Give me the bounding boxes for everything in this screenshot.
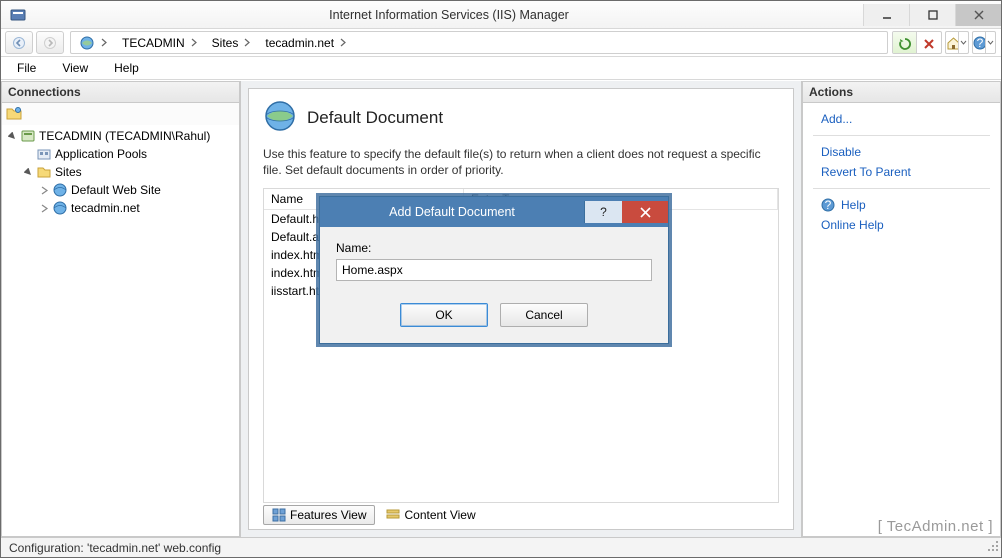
nav-back-button[interactable] bbox=[5, 31, 33, 54]
feature-heading: Default Document bbox=[263, 99, 779, 136]
titlebar: Internet Information Services (IIS) Mana… bbox=[1, 1, 1001, 29]
menubar: File View Help bbox=[1, 57, 1001, 80]
window-title: Internet Information Services (IIS) Mana… bbox=[35, 8, 863, 22]
feature-title: Default Document bbox=[307, 108, 443, 128]
chevron-down-icon[interactable] bbox=[958, 32, 968, 53]
statusbar: Configuration: 'tecadmin.net' web.config bbox=[1, 537, 1001, 557]
tab-features-label: Features View bbox=[290, 508, 366, 522]
dialog-close-button[interactable] bbox=[622, 201, 668, 223]
tree-tecadmin-site[interactable]: tecadmin.net bbox=[2, 199, 239, 217]
expander-open-icon[interactable] bbox=[22, 168, 34, 177]
refresh-button[interactable] bbox=[893, 32, 917, 54]
action-disable[interactable]: Disable bbox=[813, 142, 990, 162]
status-config: Configuration: 'tecadmin.net' web.config bbox=[9, 541, 221, 555]
expander-closed-icon[interactable] bbox=[38, 186, 50, 195]
tree-tecadmin-site-label: tecadmin.net bbox=[71, 201, 140, 215]
tree-sites-label: Sites bbox=[55, 165, 82, 179]
connections-tree[interactable]: TECADMIN (TECADMIN\Rahul) Application Po… bbox=[1, 125, 240, 537]
ok-button[interactable]: OK bbox=[400, 303, 488, 327]
resize-grip-icon[interactable] bbox=[987, 540, 999, 555]
connections-panel: Connections TECADMIN (TECADMIN\Rahul) Ap… bbox=[1, 81, 241, 537]
close-icon bbox=[640, 207, 651, 218]
addressbar: TECADMIN Sites tecadmin.net bbox=[1, 29, 1001, 57]
separator bbox=[813, 135, 990, 136]
action-help[interactable]: ? Help bbox=[813, 195, 990, 215]
actions-panel: Actions Add... Disable Revert To Parent … bbox=[801, 81, 1001, 537]
sites-folder-icon bbox=[36, 164, 52, 180]
server-icon bbox=[20, 128, 36, 144]
svg-text:?: ? bbox=[977, 36, 984, 50]
breadcrumb-server[interactable]: TECADMIN bbox=[114, 32, 204, 53]
breadcrumb-sites-label: Sites bbox=[212, 36, 239, 50]
dialog-titlebar[interactable]: Add Default Document ? bbox=[320, 197, 668, 227]
dialog-help-button[interactable]: ? bbox=[584, 201, 622, 223]
home-button[interactable] bbox=[945, 31, 969, 54]
breadcrumb-root-icon[interactable] bbox=[71, 32, 114, 53]
tree-server-label: TECADMIN (TECADMIN\Rahul) bbox=[39, 129, 210, 143]
features-view-icon bbox=[272, 508, 286, 522]
svg-text:?: ? bbox=[825, 198, 832, 212]
breadcrumb-site[interactable]: tecadmin.net bbox=[257, 32, 353, 53]
connections-toolbar bbox=[1, 103, 240, 125]
toolbar-right: ? bbox=[892, 31, 1001, 54]
globe-icon bbox=[52, 200, 68, 216]
stop-button[interactable] bbox=[917, 32, 941, 54]
name-label: Name: bbox=[336, 241, 652, 255]
globe-icon bbox=[52, 182, 68, 198]
chevron-down-icon[interactable] bbox=[985, 32, 995, 53]
action-online-help[interactable]: Online Help bbox=[813, 215, 990, 235]
tab-features-view[interactable]: Features View bbox=[263, 505, 375, 525]
nav-forward-button[interactable] bbox=[36, 31, 64, 54]
close-button[interactable] bbox=[955, 4, 1001, 26]
separator bbox=[813, 188, 990, 189]
chevron-right-icon bbox=[340, 38, 347, 47]
tree-default-site[interactable]: Default Web Site bbox=[2, 181, 239, 199]
content-view-icon bbox=[386, 508, 400, 522]
view-tabs: Features View Content View bbox=[263, 503, 779, 525]
watermark: [ TecAdmin.net ] bbox=[878, 518, 993, 535]
feature-description: Use this feature to specify the default … bbox=[263, 146, 779, 178]
expander-open-icon[interactable] bbox=[6, 132, 18, 141]
maximize-button[interactable] bbox=[909, 4, 955, 26]
cancel-button[interactable]: Cancel bbox=[500, 303, 588, 327]
menu-file[interactable]: File bbox=[9, 59, 44, 77]
minimize-button[interactable] bbox=[863, 4, 909, 26]
actions-header: Actions bbox=[802, 81, 1001, 103]
menu-help[interactable]: Help bbox=[106, 59, 147, 77]
breadcrumb-site-label: tecadmin.net bbox=[265, 36, 334, 50]
tree-server[interactable]: TECADMIN (TECADMIN\Rahul) bbox=[2, 127, 239, 145]
connections-header: Connections bbox=[1, 81, 240, 103]
breadcrumb-server-label: TECADMIN bbox=[122, 36, 185, 50]
dialog-title: Add Default Document bbox=[320, 205, 584, 219]
action-revert[interactable]: Revert To Parent bbox=[813, 162, 990, 182]
app-window: Internet Information Services (IIS) Mana… bbox=[0, 0, 1002, 558]
chevron-right-icon bbox=[244, 38, 251, 47]
globe-large-icon bbox=[263, 99, 297, 136]
app-icon bbox=[1, 7, 35, 23]
chevron-right-icon bbox=[191, 38, 198, 47]
add-default-document-dialog: Add Default Document ? Name: OK Cancel bbox=[319, 196, 669, 344]
tab-content-label: Content View bbox=[404, 508, 475, 522]
breadcrumb-sites[interactable]: Sites bbox=[204, 32, 258, 53]
tree-app-pools[interactable]: Application Pools bbox=[2, 145, 239, 163]
folder-icon[interactable] bbox=[5, 105, 23, 124]
tab-content-view[interactable]: Content View bbox=[377, 505, 484, 525]
help-button[interactable]: ? bbox=[972, 31, 996, 54]
tree-sites[interactable]: Sites bbox=[2, 163, 239, 181]
app-pools-icon bbox=[36, 146, 52, 162]
expander-closed-icon[interactable] bbox=[38, 204, 50, 213]
help-icon: ? bbox=[821, 198, 835, 212]
name-input[interactable] bbox=[336, 259, 652, 281]
tree-app-pools-label: Application Pools bbox=[55, 147, 147, 161]
action-add[interactable]: Add... bbox=[813, 109, 990, 129]
breadcrumb-field[interactable]: TECADMIN Sites tecadmin.net bbox=[70, 31, 888, 54]
menu-view[interactable]: View bbox=[54, 59, 96, 77]
tree-default-site-label: Default Web Site bbox=[71, 183, 161, 197]
